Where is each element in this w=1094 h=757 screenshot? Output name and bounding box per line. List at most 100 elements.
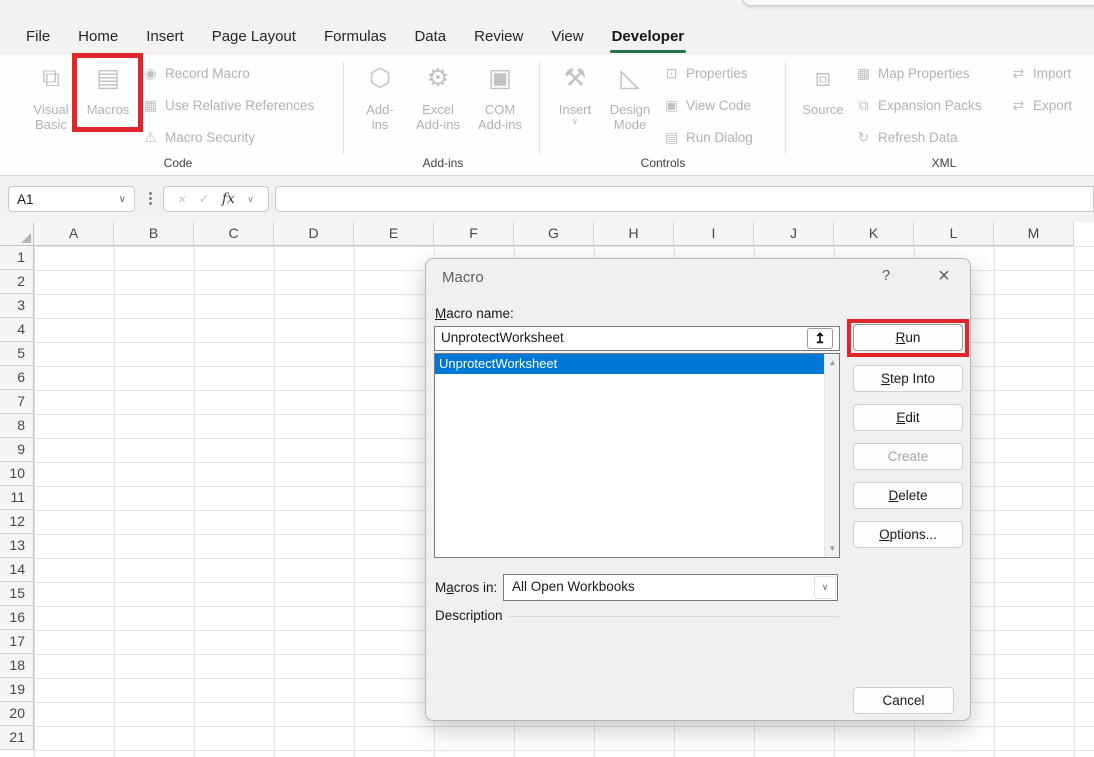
- name-box[interactable]: A1 ∨: [8, 186, 135, 212]
- map-properties-button[interactable]: ▦ Map Properties: [855, 63, 970, 83]
- column-header-K[interactable]: K: [834, 222, 914, 246]
- row-header-6[interactable]: 6: [0, 366, 34, 390]
- design-mode-button[interactable]: ◺ Design Mode: [601, 58, 659, 150]
- addins-button[interactable]: ⬡ Add- ins: [353, 58, 407, 150]
- row-header-13[interactable]: 13: [0, 534, 34, 558]
- options-button[interactable]: Options...: [853, 521, 963, 548]
- select-all-button[interactable]: [0, 222, 34, 246]
- column-header-L[interactable]: L: [914, 222, 994, 246]
- macros-in-dropdown[interactable]: All Open Workbooks: [503, 574, 838, 601]
- delete-button[interactable]: Delete: [853, 482, 963, 509]
- column-header-B[interactable]: B: [114, 222, 194, 246]
- row-header-3[interactable]: 3: [0, 294, 34, 318]
- row-header-20[interactable]: 20: [0, 702, 34, 726]
- row-header-4[interactable]: 4: [0, 318, 34, 342]
- fx-chevron-icon[interactable]: ∨: [247, 194, 254, 205]
- row-header-12[interactable]: 12: [0, 510, 34, 534]
- excel-addins-button[interactable]: ⚙ Excel Add-ins: [409, 58, 467, 150]
- row-header-1[interactable]: 1: [0, 246, 34, 270]
- column-header-C[interactable]: C: [194, 222, 274, 246]
- macro-name-input[interactable]: UnprotectWorksheet: [434, 326, 840, 351]
- com-addins-label2: Add-ins: [478, 117, 522, 132]
- tab-formulas[interactable]: Formulas: [310, 20, 401, 55]
- controls-group-label: Controls: [603, 156, 723, 170]
- column-header-H[interactable]: H: [594, 222, 674, 246]
- column-header-A[interactable]: A: [34, 222, 114, 246]
- column-header-E[interactable]: E: [354, 222, 434, 246]
- tab-review[interactable]: Review: [460, 20, 537, 55]
- insert-controls-button[interactable]: ⚒ Insert ∨: [551, 58, 599, 150]
- visual-basic-button[interactable]: ⧉ Visual Basic: [27, 58, 75, 150]
- expansion-packs-label: Expansion Packs: [878, 98, 982, 113]
- column-header-D[interactable]: D: [274, 222, 354, 246]
- cancel-button[interactable]: Cancel: [853, 687, 954, 714]
- scroll-up-icon[interactable]: ▲: [825, 355, 840, 370]
- tab-page-layout[interactable]: Page Layout: [198, 20, 310, 55]
- tab-data[interactable]: Data: [400, 20, 460, 55]
- tab-file[interactable]: File: [12, 20, 64, 55]
- excel-addins-icon: ⚙: [427, 58, 449, 102]
- group-separator: [343, 62, 344, 154]
- tab-developer[interactable]: Developer: [598, 20, 699, 55]
- row-header-9[interactable]: 9: [0, 438, 34, 462]
- macros-in-chevron-icon[interactable]: ∨: [814, 576, 836, 599]
- source-button[interactable]: ⧈ Source: [797, 58, 849, 150]
- row-header-5[interactable]: 5: [0, 342, 34, 366]
- excel-addins-label2: Add-ins: [416, 117, 460, 132]
- help-icon[interactable]: ?: [874, 267, 898, 289]
- column-header-I[interactable]: I: [674, 222, 754, 246]
- import-button[interactable]: ⇄ Import: [1010, 63, 1071, 83]
- enter-entry-icon[interactable]: ✓: [199, 191, 210, 207]
- export-button[interactable]: ⇄ Export: [1010, 95, 1072, 115]
- column-header-G[interactable]: G: [514, 222, 594, 246]
- row-header-7[interactable]: 7: [0, 390, 34, 414]
- visual-basic-icon: ⧉: [42, 58, 60, 102]
- close-icon[interactable]: ×: [930, 263, 958, 289]
- use-relative-references-button[interactable]: ▦ Use Relative References: [142, 95, 314, 115]
- tab-view[interactable]: View: [537, 20, 597, 55]
- addins-label: Add-: [366, 102, 393, 117]
- tab-home[interactable]: Home: [64, 20, 132, 55]
- row-header-8[interactable]: 8: [0, 414, 34, 438]
- refresh-data-button[interactable]: ↻ Refresh Data: [855, 127, 958, 147]
- row-header-11[interactable]: 11: [0, 486, 34, 510]
- row-header-21[interactable]: 21: [0, 726, 34, 750]
- run-dialog-button[interactable]: ▤ Run Dialog: [663, 127, 753, 147]
- view-code-button[interactable]: ▣ View Code: [663, 95, 751, 115]
- column-header-M[interactable]: M: [994, 222, 1074, 246]
- tab-insert[interactable]: Insert: [132, 20, 198, 55]
- macro-name-expand-button[interactable]: ↥: [807, 328, 833, 349]
- design-mode-icon: ◺: [620, 58, 639, 102]
- name-box-value: A1: [17, 192, 119, 207]
- macro-security-label: Macro Security: [165, 130, 255, 145]
- macro-security-button[interactable]: ⚠ Macro Security: [142, 127, 255, 147]
- row-header-15[interactable]: 15: [0, 582, 34, 606]
- run-dialog-label: Run Dialog: [686, 130, 753, 145]
- cancel-entry-icon[interactable]: ×: [178, 191, 186, 207]
- column-header-F[interactable]: F: [434, 222, 514, 246]
- row-header-10[interactable]: 10: [0, 462, 34, 486]
- step-into-button[interactable]: Step Into: [853, 365, 963, 392]
- macro-list-scrollbar[interactable]: ▲ ▼: [824, 354, 839, 557]
- name-box-chevron-icon[interactable]: ∨: [119, 194, 126, 205]
- com-addins-button[interactable]: ▣ COM Add-ins: [468, 58, 532, 150]
- row-header-17[interactable]: 17: [0, 630, 34, 654]
- record-macro-button[interactable]: ◉ Record Macro: [142, 63, 250, 83]
- scroll-down-icon[interactable]: ▼: [825, 541, 840, 556]
- formula-input[interactable]: [275, 186, 1094, 212]
- row-header-16[interactable]: 16: [0, 606, 34, 630]
- row-header-2[interactable]: 2: [0, 270, 34, 294]
- macro-list-item[interactable]: UnprotectWorksheet: [435, 354, 824, 374]
- row-header-19[interactable]: 19: [0, 678, 34, 702]
- column-header-J[interactable]: J: [754, 222, 834, 246]
- create-button[interactable]: Create: [853, 443, 963, 470]
- use-relative-references-icon: ▦: [142, 97, 159, 114]
- properties-button[interactable]: ⊡ Properties: [663, 63, 748, 83]
- insert-function-icon[interactable]: fx: [222, 191, 235, 207]
- row-header-18[interactable]: 18: [0, 654, 34, 678]
- macro-list[interactable]: UnprotectWorksheet ▲ ▼: [434, 353, 840, 558]
- row-header-14[interactable]: 14: [0, 558, 34, 582]
- macro-security-icon: ⚠: [142, 129, 159, 146]
- edit-button[interactable]: Edit: [853, 404, 963, 431]
- expansion-packs-button[interactable]: ⧉ Expansion Packs: [855, 95, 982, 115]
